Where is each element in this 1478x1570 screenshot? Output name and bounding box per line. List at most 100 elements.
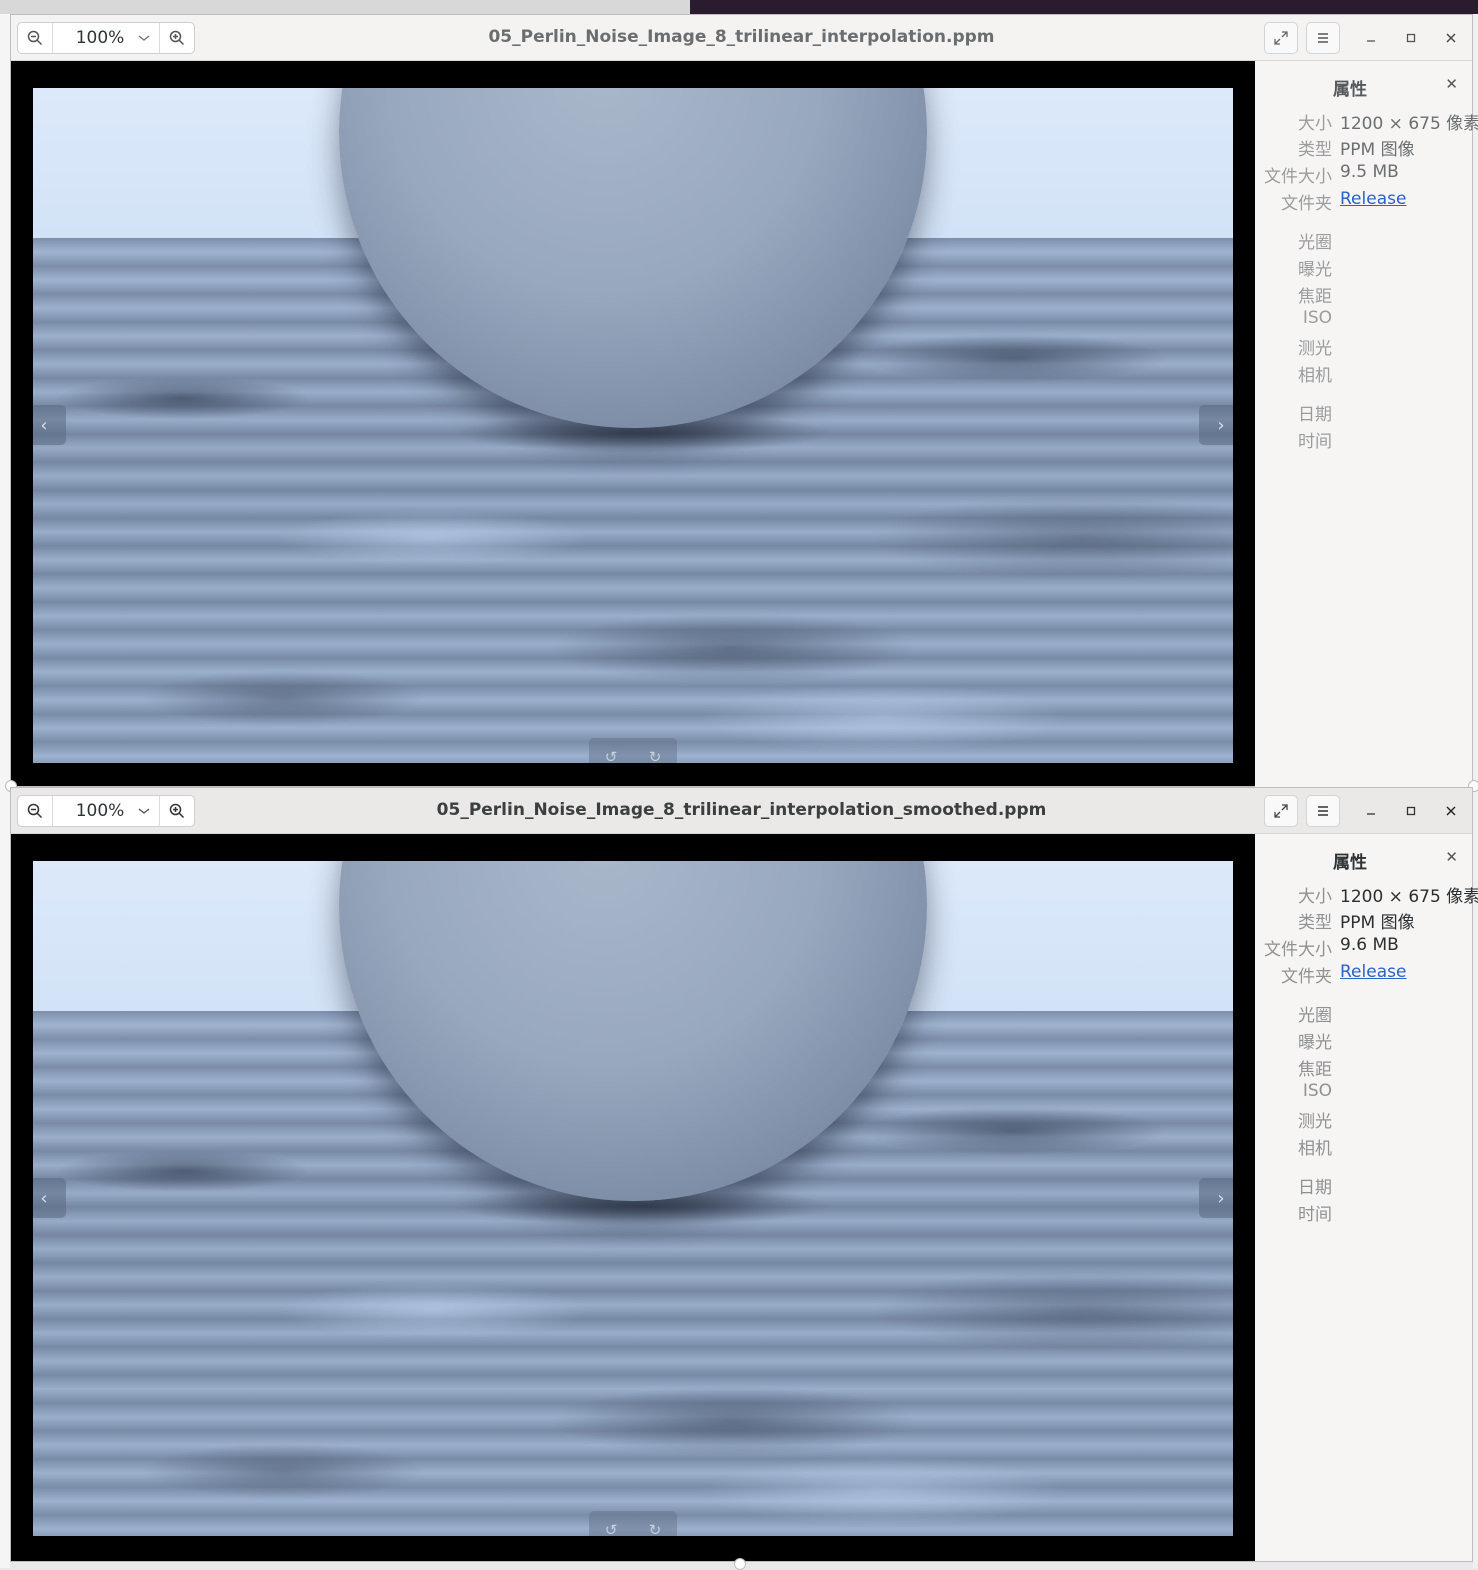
folder-link[interactable]: Release [1340, 189, 1406, 209]
chevron-down-icon [138, 35, 150, 41]
property-row: 类型 PPM 图像 [1255, 908, 1472, 934]
exif-row: ISO [1255, 1081, 1472, 1107]
exif-row: 焦距 [1255, 282, 1472, 308]
zoom-level-value: 100% [75, 28, 125, 48]
minimize-icon [1367, 813, 1375, 815]
rotate-right-button[interactable]: ↻ [649, 748, 662, 763]
exif-key: 曝光 [1298, 260, 1332, 280]
resize-handle[interactable] [734, 1558, 746, 1570]
exif-key: 测光 [1298, 1112, 1332, 1132]
chevron-right-icon: › [1217, 1187, 1225, 1209]
exif-row: 光圈 [1255, 1001, 1472, 1027]
properties-panel: 属性 ✕ 大小 1200 × 675 像素 类型 PPM 图像 文件大小 9.5 MB… [1255, 61, 1478, 787]
properties-panel: 属性 ✕ 大小 1200 × 675 像素 类型 PPM 图像 文件大小 9.6 MB… [1255, 834, 1478, 1561]
close-properties-button[interactable]: ✕ [1445, 75, 1458, 93]
minimize-button[interactable] [1358, 798, 1384, 824]
property-key: 大小 [1298, 114, 1332, 134]
exif-key: 焦距 [1298, 287, 1332, 307]
zoom-in-button[interactable] [159, 23, 194, 53]
exif-key: 相机 [1298, 1139, 1332, 1159]
fullscreen-button[interactable] [1264, 795, 1298, 827]
rendered-image: ‹ › ↺ ↻ [33, 861, 1233, 1536]
fullscreen-button[interactable] [1264, 22, 1298, 54]
date-row: 时间 [1255, 427, 1472, 453]
maximize-icon [1406, 806, 1416, 816]
zoom-level-dropdown[interactable]: 100% [53, 23, 159, 53]
exif-key: ISO [1302, 1081, 1332, 1101]
fullscreen-icon [1274, 804, 1288, 818]
exif-key: ISO [1302, 308, 1332, 328]
previous-image-button[interactable]: ‹ [33, 1178, 66, 1218]
fullscreen-icon [1274, 31, 1288, 45]
property-value: 1200 × 675 像素 [1340, 114, 1478, 134]
chevron-right-icon: › [1217, 414, 1225, 436]
folder-link[interactable]: Release [1340, 962, 1406, 982]
rotate-left-button[interactable]: ↺ [605, 748, 618, 763]
main-menu-button[interactable] [1306, 795, 1340, 827]
image-viewer-window-2: 100% 05_Perlin_Noise_Image_8_trilinear_i… [10, 787, 1478, 1562]
exif-key: 测光 [1298, 339, 1332, 359]
headerbar: 100% 05_Perlin_Noise_Image_8_trilinear_i… [11, 15, 1472, 61]
maximize-button[interactable] [1398, 798, 1424, 824]
rotate-right-icon: ↻ [648, 1521, 662, 1536]
next-image-button[interactable]: › [1199, 1178, 1233, 1218]
property-key: 类型 [1298, 913, 1332, 933]
minimize-button[interactable] [1358, 25, 1384, 51]
properties-heading: 属性 [1333, 853, 1367, 873]
chevron-left-icon: ‹ [40, 1187, 48, 1209]
zoom-out-icon [27, 30, 43, 46]
hamburger-menu-icon [1318, 806, 1328, 816]
exif-row: 测光 [1255, 1107, 1472, 1133]
minimize-icon [1367, 40, 1375, 42]
zoom-in-icon [169, 30, 185, 46]
close-icon [1446, 33, 1456, 43]
close-window-button[interactable] [1438, 25, 1464, 51]
exif-row: ISO [1255, 308, 1472, 334]
maximize-button[interactable] [1398, 25, 1424, 51]
exif-row: 相机 [1255, 1134, 1472, 1160]
background-dark-bar [690, 0, 1478, 14]
chevron-down-icon [138, 808, 150, 814]
rendered-image: ‹ › ↺ ↻ [33, 88, 1233, 763]
exif-key: 曝光 [1298, 1033, 1332, 1053]
rotate-right-button[interactable]: ↻ [649, 1521, 662, 1536]
property-value: 9.6 MB [1340, 935, 1399, 955]
exif-key: 光圈 [1298, 1006, 1332, 1026]
property-key: 文件夹 [1281, 194, 1332, 214]
date-key: 时间 [1298, 1205, 1332, 1225]
close-properties-button[interactable]: ✕ [1445, 848, 1458, 866]
headerbar: 100% 05_Perlin_Noise_Image_8_trilinear_i… [11, 788, 1472, 834]
exif-key: 相机 [1298, 366, 1332, 386]
property-row: 文件大小 9.6 MB [1255, 935, 1472, 961]
background-desktop-strip [0, 0, 1478, 14]
zoom-control: 100% [17, 22, 195, 54]
zoom-out-button[interactable] [18, 23, 53, 53]
image-viewer-window-1: 100% 05_Perlin_Noise_Image_8_trilinear_i… [10, 14, 1478, 787]
property-value: PPM 图像 [1340, 140, 1415, 160]
property-key: 文件大小 [1264, 167, 1332, 187]
date-key: 时间 [1298, 432, 1332, 452]
zoom-in-button[interactable] [159, 796, 194, 826]
exif-key: 焦距 [1298, 1060, 1332, 1080]
property-value: 9.5 MB [1340, 162, 1399, 182]
exif-row: 相机 [1255, 361, 1472, 387]
close-icon: ✕ [1445, 848, 1458, 866]
main-menu-button[interactable] [1306, 22, 1340, 54]
next-image-button[interactable]: › [1199, 405, 1233, 445]
zoom-out-button[interactable] [18, 796, 53, 826]
previous-image-button[interactable]: ‹ [33, 405, 66, 445]
property-row: 文件夹 Release [1255, 962, 1472, 988]
zoom-level-value: 100% [75, 801, 125, 821]
zoom-level-dropdown[interactable]: 100% [53, 796, 159, 826]
exif-row: 曝光 [1255, 1028, 1472, 1054]
close-window-button[interactable] [1438, 798, 1464, 824]
chevron-left-icon: ‹ [40, 414, 48, 436]
exif-row: 焦距 [1255, 1055, 1472, 1081]
rotate-right-icon: ↻ [648, 748, 662, 763]
rotate-left-button[interactable]: ↺ [605, 1521, 618, 1536]
date-key: 日期 [1298, 1178, 1332, 1198]
rotate-left-icon: ↺ [604, 1521, 618, 1536]
date-row: 日期 [1255, 1173, 1472, 1199]
exif-row: 光圈 [1255, 228, 1472, 254]
property-key: 文件大小 [1264, 940, 1332, 960]
